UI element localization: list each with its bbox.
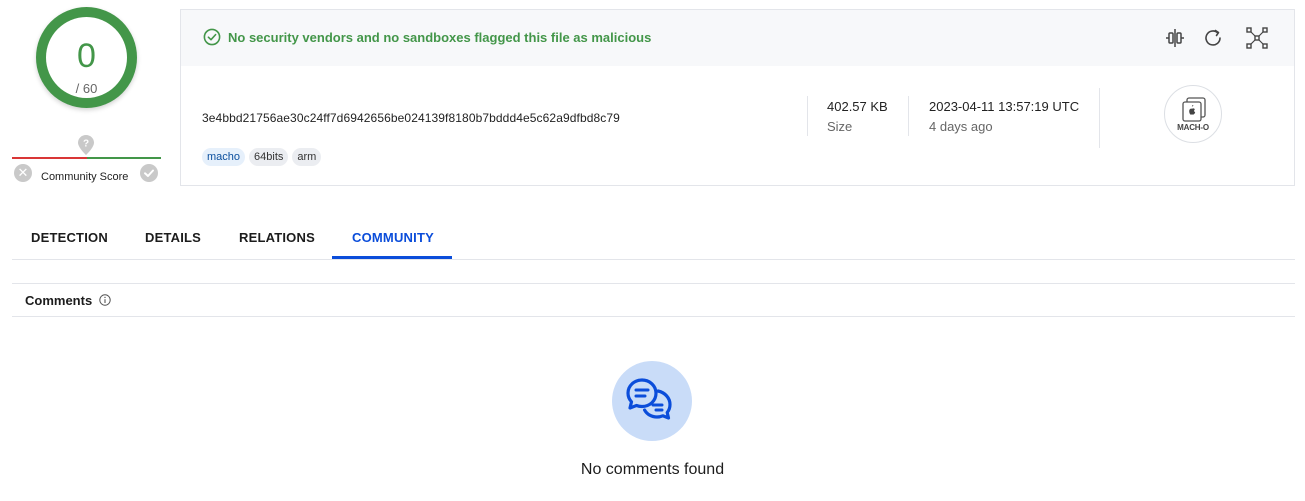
- last-analysis-date: 2023-04-11 13:57:19 UTC: [929, 99, 1080, 114]
- community-score-pin-icon: ?: [78, 135, 94, 155]
- comments-title: Comments: [25, 293, 93, 308]
- svg-text:?: ?: [83, 139, 89, 150]
- verdict-banner: No security vendors and no sandboxes fla…: [181, 10, 1294, 66]
- tab-details[interactable]: DETAILS: [145, 230, 201, 245]
- detection-score-center: 0 / 60: [46, 17, 127, 98]
- file-summary-card: No security vendors and no sandboxes fla…: [180, 9, 1295, 186]
- empty-comments-icon: [612, 361, 692, 441]
- empty-comments-text: No comments found: [580, 461, 725, 478]
- compare-icon[interactable]: [1163, 26, 1187, 50]
- verdict-text: No security vendors and no sandboxes fla…: [228, 30, 652, 45]
- community-score-positive-segment: [86, 157, 161, 159]
- file-type-badge: MACH-O: [1164, 85, 1222, 143]
- report-tabs: DETECTION DETAILS RELATIONS COMMUNITY: [12, 214, 1295, 260]
- chat-bubbles-icon: [626, 378, 672, 420]
- comments-header: Comments: [12, 283, 1295, 317]
- active-tab-indicator: [332, 256, 452, 259]
- community-score-label: Community Score: [41, 171, 129, 183]
- file-size-label: Size: [827, 119, 853, 134]
- vote-harmless-icon[interactable]: [140, 164, 158, 182]
- tab-community[interactable]: COMMUNITY: [352, 230, 434, 245]
- detection-score-ring: 0 / 60: [36, 7, 137, 108]
- tag-macho[interactable]: macho: [202, 148, 246, 166]
- tag-arm[interactable]: arm: [292, 148, 322, 166]
- tag-64bits[interactable]: 64bits: [249, 148, 289, 166]
- community-score-bar: [12, 157, 161, 159]
- file-type-label: MACH-O: [1177, 123, 1209, 132]
- info-icon[interactable]: [99, 294, 111, 306]
- file-hash[interactable]: 3e4bbd21756ae30c24ff7d6942656be024139f81…: [202, 111, 620, 125]
- file-type-icon: [1182, 97, 1206, 122]
- reanalyze-icon[interactable]: [1201, 26, 1225, 50]
- graph-icon[interactable]: [1245, 26, 1269, 50]
- tab-detection[interactable]: DETECTION: [31, 230, 108, 245]
- file-size-value: 402.57 KB: [827, 99, 888, 114]
- community-score-negative-segment: [12, 157, 87, 159]
- file-tags: macho 64bits arm: [202, 148, 322, 166]
- detection-score-total: / 60: [75, 81, 98, 96]
- tab-relations[interactable]: RELATIONS: [239, 230, 315, 245]
- last-analysis-relative: 4 days ago: [929, 119, 993, 134]
- check-circle-icon: [203, 28, 221, 46]
- divider: [908, 96, 909, 136]
- divider: [1099, 88, 1100, 148]
- vote-malicious-icon[interactable]: ✕: [14, 164, 32, 182]
- detection-score-value: 0: [77, 37, 96, 75]
- divider: [807, 96, 808, 136]
